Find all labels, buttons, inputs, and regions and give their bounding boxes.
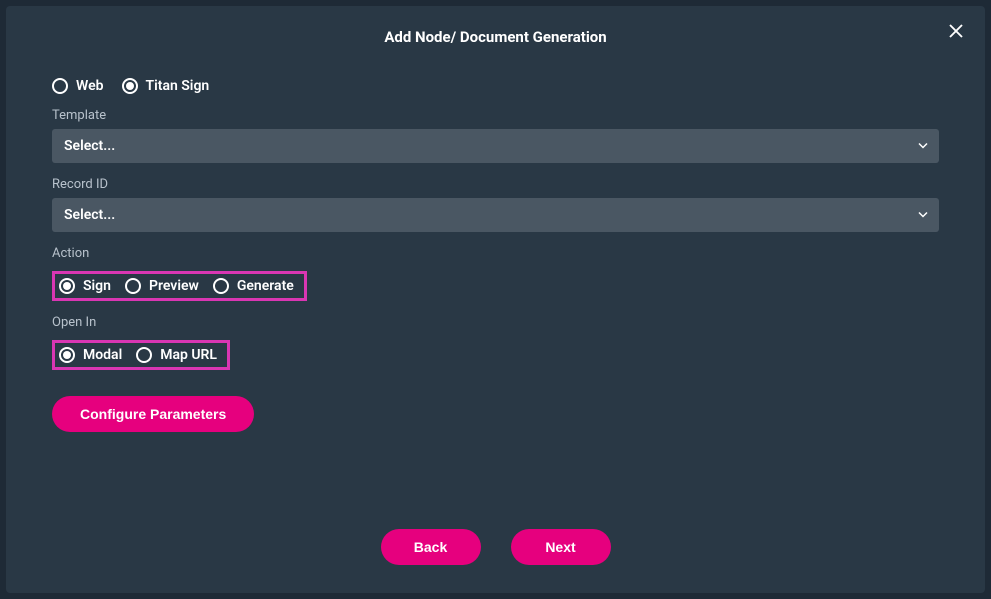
action-label: Action: [52, 246, 939, 261]
radio-map-url-label: Map URL: [160, 347, 217, 363]
radio-preview-label: Preview: [149, 278, 199, 294]
radio-circle-icon: [59, 347, 75, 363]
radio-circle-icon: [136, 347, 152, 363]
radio-modal[interactable]: Modal: [59, 347, 122, 363]
chevron-down-icon: [917, 137, 929, 156]
radio-circle-icon: [125, 278, 141, 294]
record-id-label: Record ID: [52, 177, 939, 192]
close-icon: [947, 22, 965, 40]
radio-circle-icon: [59, 278, 75, 294]
chevron-down-icon: [917, 206, 929, 225]
radio-generate[interactable]: Generate: [213, 278, 294, 294]
radio-dot-icon: [126, 82, 134, 90]
template-select-value: Select...: [64, 138, 115, 154]
record-id-select[interactable]: Select...: [52, 198, 939, 232]
radio-web-label: Web: [76, 78, 104, 94]
next-button[interactable]: Next: [511, 529, 611, 565]
radio-web[interactable]: Web: [52, 78, 104, 94]
modal-body: Web Titan Sign Template Select... Record…: [6, 58, 985, 505]
radio-sign-label: Sign: [83, 278, 111, 294]
open-in-label: Open In: [52, 315, 939, 330]
radio-circle-icon: [213, 278, 229, 294]
action-radio-group: Sign Preview Generate: [52, 271, 307, 301]
modal-header: Add Node/ Document Generation: [6, 6, 985, 58]
radio-preview[interactable]: Preview: [125, 278, 199, 294]
radio-circle-icon: [122, 78, 138, 94]
radio-circle-icon: [52, 78, 68, 94]
close-button[interactable]: [945, 20, 967, 42]
radio-generate-label: Generate: [237, 278, 294, 294]
modal-dialog: Add Node/ Document Generation Web Titan …: [6, 6, 985, 593]
back-button[interactable]: Back: [381, 529, 481, 565]
radio-dot-icon: [63, 282, 71, 290]
template-select[interactable]: Select...: [52, 129, 939, 163]
record-id-select-value: Select...: [64, 207, 115, 223]
type-radio-group: Web Titan Sign: [52, 78, 939, 94]
configure-parameters-button[interactable]: Configure Parameters: [52, 396, 254, 432]
radio-dot-icon: [63, 351, 71, 359]
radio-titan-sign-label: Titan Sign: [146, 78, 210, 94]
radio-map-url[interactable]: Map URL: [136, 347, 217, 363]
radio-sign[interactable]: Sign: [59, 278, 111, 294]
radio-modal-label: Modal: [83, 347, 122, 363]
open-in-radio-group: Modal Map URL: [52, 340, 230, 370]
modal-footer: Back Next: [6, 505, 985, 593]
radio-titan-sign[interactable]: Titan Sign: [122, 78, 210, 94]
modal-title: Add Node/ Document Generation: [6, 28, 985, 46]
template-label: Template: [52, 108, 939, 123]
